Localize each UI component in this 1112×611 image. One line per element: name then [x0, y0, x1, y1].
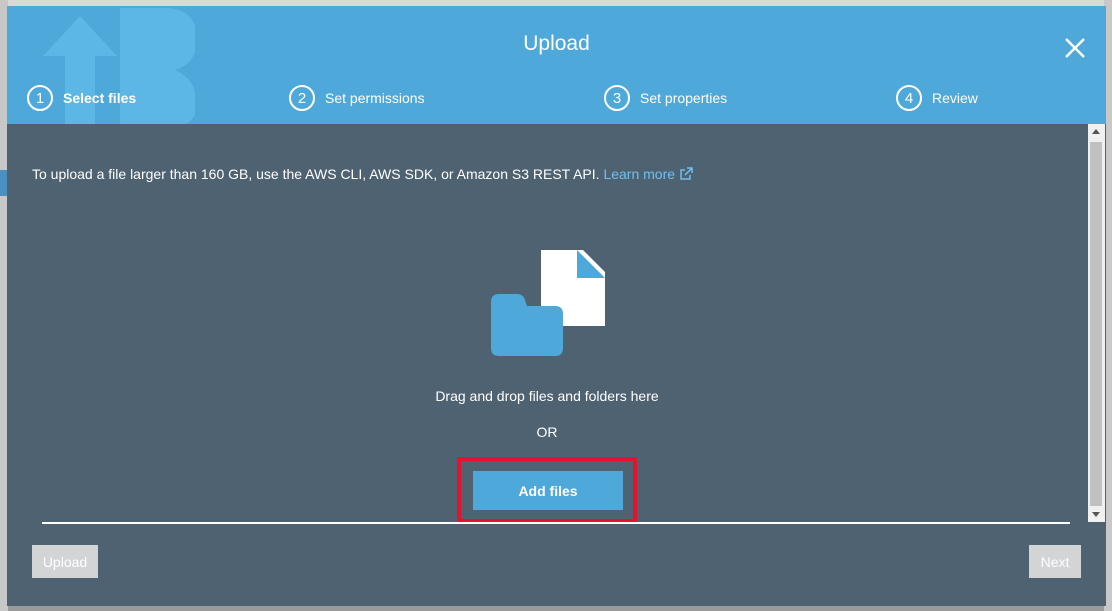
or-text: OR [536, 424, 558, 440]
files-folder-icon [491, 250, 605, 356]
scrollbar-thumb[interactable] [1090, 142, 1102, 506]
learn-more-link[interactable]: Learn more [603, 166, 693, 182]
drag-drop-text: Drag and drop files and folders here [435, 388, 659, 404]
step-select-files[interactable]: 1 Select files [27, 85, 136, 111]
modal-body: To upload a file larger than 160 GB, use… [7, 124, 1106, 606]
next-button[interactable]: Next [1029, 545, 1081, 578]
divider [42, 522, 1070, 524]
learn-more-label: Learn more [603, 166, 676, 182]
step-number: 4 [896, 85, 922, 111]
step-label: Set properties [640, 90, 728, 106]
external-link-icon [680, 167, 693, 180]
modal-header: Upload 1 Select files 2 Set permissions … [7, 6, 1106, 124]
step-number: 2 [289, 85, 315, 111]
upload-modal: Upload 1 Select files 2 Set permissions … [7, 6, 1106, 606]
step-number: 3 [604, 85, 630, 111]
size-limit-notice: To upload a file larger than 160 GB, use… [32, 166, 693, 182]
step-review[interactable]: 4 Review [896, 85, 978, 111]
step-label: Select files [63, 90, 137, 106]
highlight-box [457, 457, 637, 523]
scrollbar[interactable] [1088, 124, 1105, 522]
step-set-permissions[interactable]: 2 Set permissions [289, 85, 425, 111]
step-number: 1 [27, 85, 53, 111]
notice-text: To upload a file larger than 160 GB, use… [32, 166, 600, 182]
step-set-properties[interactable]: 3 Set properties [604, 85, 727, 111]
scroll-up-icon[interactable] [1092, 129, 1100, 134]
step-label: Review [932, 90, 978, 106]
scroll-down-icon[interactable] [1092, 512, 1100, 517]
step-label: Set permissions [325, 90, 425, 106]
upload-button[interactable]: Upload [32, 545, 98, 578]
modal-title: Upload [523, 32, 590, 55]
close-icon[interactable] [1061, 34, 1089, 62]
